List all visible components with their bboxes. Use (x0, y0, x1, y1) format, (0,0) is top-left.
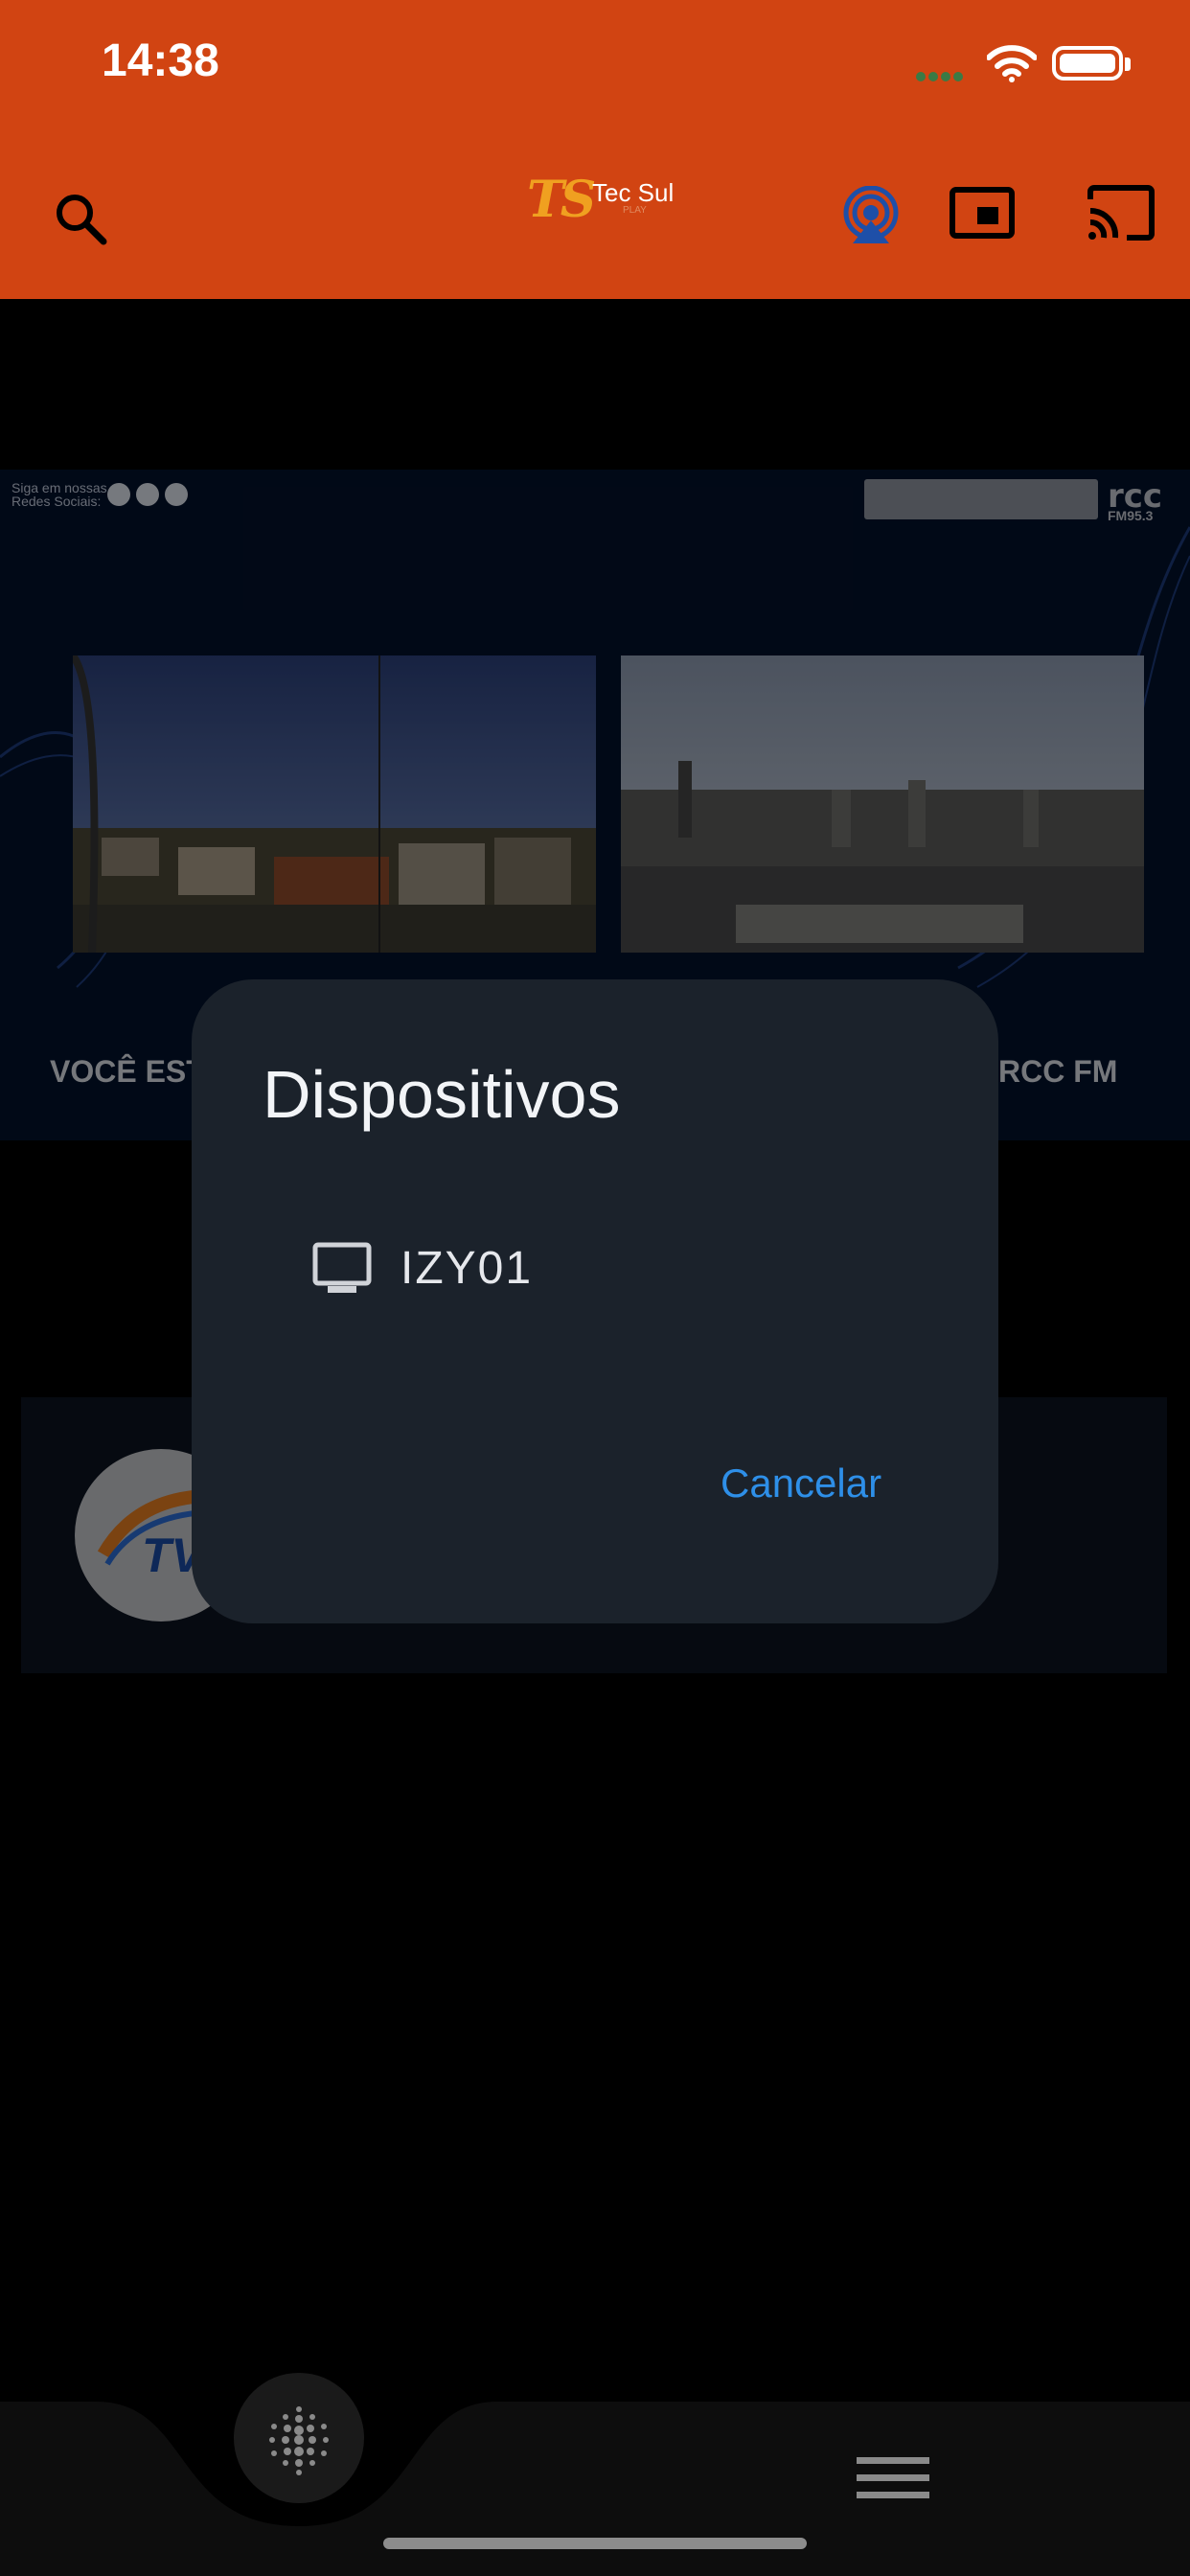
picture-in-picture-icon[interactable] (949, 186, 1016, 240)
device-name[interactable]: IZY01 (400, 1242, 533, 1295)
cancel-button[interactable]: Cancelar (721, 1460, 881, 1506)
tv-icon (312, 1242, 372, 1293)
airplay-icon[interactable] (841, 186, 901, 245)
menu-icon[interactable] (855, 2451, 931, 2505)
play-radio-button[interactable] (234, 2373, 364, 2503)
cast-icon[interactable] (1085, 184, 1157, 242)
home-indicator[interactable] (383, 2538, 807, 2549)
logo-sub: PLAY (623, 205, 647, 216)
cellular-signal-icon (916, 69, 970, 82)
logo-name: Tec Sul (592, 178, 675, 207)
bottom-nav (0, 2402, 1190, 2576)
battery-icon (1052, 46, 1123, 80)
logo-mark: TS (527, 171, 596, 229)
device-item[interactable] (287, 1227, 862, 1305)
wifi-icon (987, 45, 1037, 82)
status-time: 14:38 (102, 35, 219, 86)
search-icon[interactable] (52, 190, 109, 247)
dialog-title: Dispositivos (263, 1057, 621, 1132)
battery-tip (1125, 58, 1131, 71)
radio-wave-icon (269, 2406, 329, 2475)
app-logo: TS (527, 171, 596, 229)
